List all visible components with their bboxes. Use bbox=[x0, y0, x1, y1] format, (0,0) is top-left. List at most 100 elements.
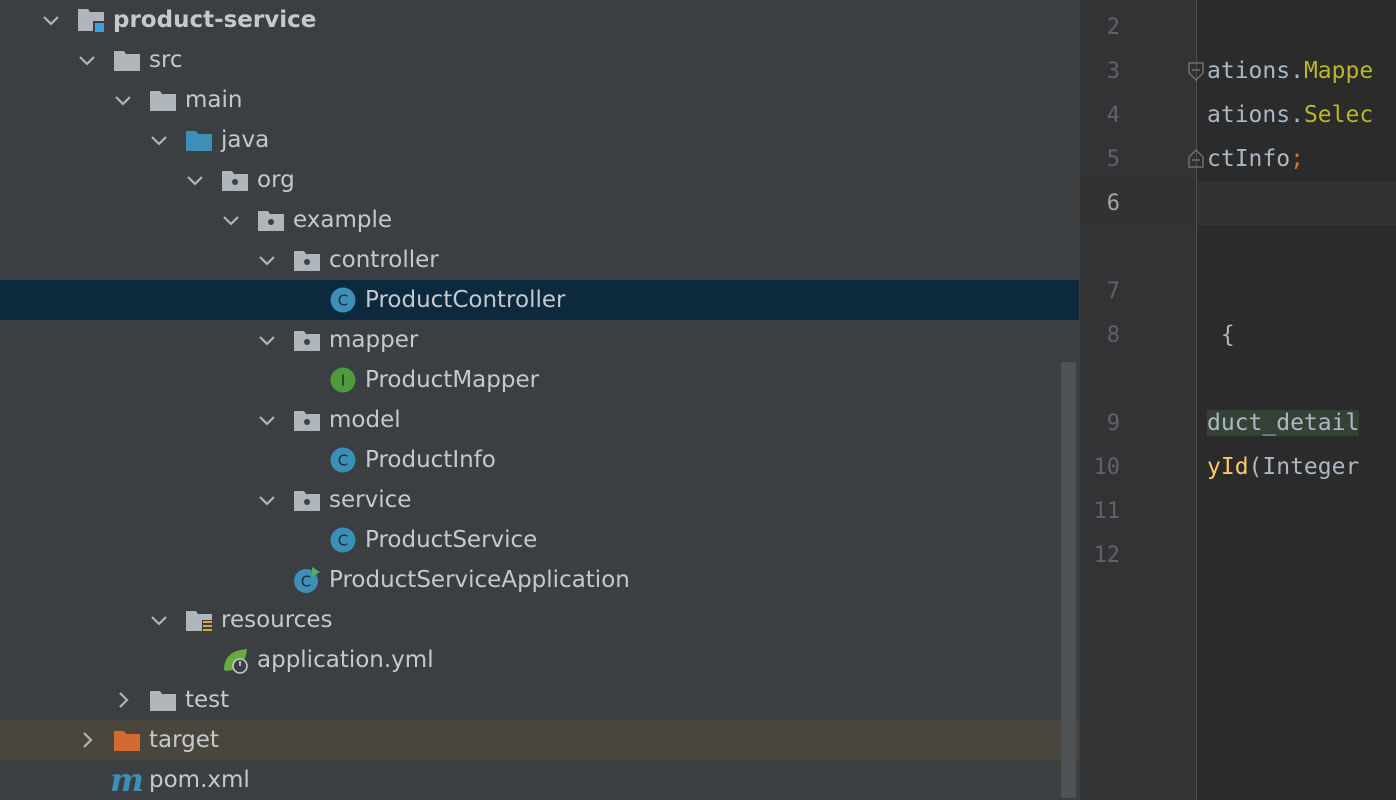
vertical-scrollbar[interactable] bbox=[1061, 362, 1076, 798]
code-line-8: { bbox=[1207, 313, 1235, 357]
tree-item-label: mapper bbox=[329, 327, 419, 353]
resources-folder-icon bbox=[185, 606, 213, 634]
chevron-down-icon[interactable] bbox=[256, 489, 278, 511]
code-token: ; bbox=[1290, 146, 1304, 172]
code-line-10: yId(Integer bbox=[1207, 445, 1359, 489]
source-folder-icon bbox=[185, 126, 213, 154]
line-number: 2 bbox=[1106, 15, 1120, 40]
code-token: ations. bbox=[1207, 58, 1304, 84]
tree-item-application-yml[interactable]: application.yml bbox=[0, 640, 1079, 680]
tree-item-service[interactable]: service bbox=[0, 480, 1079, 520]
tree-item-label: application.yml bbox=[257, 647, 434, 673]
class-icon bbox=[329, 446, 357, 474]
line-number: 12 bbox=[1093, 543, 1121, 568]
tree-item-test[interactable]: test bbox=[0, 680, 1079, 720]
current-line-highlight bbox=[1080, 181, 1396, 225]
tree-item-product-info[interactable]: ProductInfo bbox=[0, 440, 1079, 480]
excluded-folder-icon bbox=[113, 726, 141, 754]
code-token: yId bbox=[1207, 454, 1249, 480]
tree-item-label: controller bbox=[329, 247, 439, 273]
tree-item-label: test bbox=[185, 687, 230, 713]
chevron-down-icon[interactable] bbox=[76, 49, 98, 71]
fold-end-icon[interactable] bbox=[1186, 147, 1206, 169]
chevron-down-icon[interactable] bbox=[256, 249, 278, 271]
line-number: 3 bbox=[1106, 59, 1120, 84]
code-line-4: ations.Selec bbox=[1207, 93, 1373, 137]
chevron-right-icon[interactable] bbox=[76, 729, 98, 751]
tree-item-label: java bbox=[221, 127, 270, 153]
chevron-down-icon[interactable] bbox=[256, 409, 278, 431]
chevron-down-icon[interactable] bbox=[112, 89, 134, 111]
tree-item-label: ProductService bbox=[365, 527, 538, 553]
tree-item-target[interactable]: target bbox=[0, 720, 1079, 760]
chevron-down-icon[interactable] bbox=[184, 169, 206, 191]
folder-icon bbox=[149, 686, 177, 714]
line-number: 7 bbox=[1106, 279, 1120, 304]
tree-item-java[interactable]: java bbox=[0, 120, 1079, 160]
gutter-divider bbox=[1196, 0, 1197, 800]
tree-item-product-mapper[interactable]: ProductMapper bbox=[0, 360, 1079, 400]
chevron-right-icon[interactable] bbox=[112, 689, 134, 711]
folder-icon bbox=[149, 86, 177, 114]
tree-item-main[interactable]: main bbox=[0, 80, 1079, 120]
interface-icon bbox=[329, 366, 357, 394]
code-line-3: ations.Mappe bbox=[1207, 49, 1373, 93]
spring-config-icon bbox=[221, 646, 249, 674]
tree-item-label: ProductController bbox=[365, 287, 566, 313]
spring-boot-application-class-icon bbox=[293, 566, 321, 594]
tree-item-pom-xml[interactable]: m pom.xml bbox=[0, 760, 1079, 800]
fold-start-icon[interactable] bbox=[1186, 61, 1206, 83]
tree-item-product-service[interactable]: product-service bbox=[0, 0, 1079, 40]
package-icon bbox=[293, 406, 321, 434]
tree-item-src[interactable]: src bbox=[0, 40, 1079, 80]
package-icon bbox=[293, 246, 321, 274]
chevron-down-icon[interactable] bbox=[148, 129, 170, 151]
code-token: Mappe bbox=[1303, 58, 1374, 84]
maven-icon: m bbox=[110, 761, 144, 799]
class-icon bbox=[329, 526, 357, 554]
tree-item-label: ProductMapper bbox=[365, 367, 540, 393]
tree-item-product-service-class[interactable]: ProductService bbox=[0, 520, 1079, 560]
line-number: 10 bbox=[1093, 455, 1121, 480]
line-number: 5 bbox=[1106, 147, 1120, 172]
code-editor[interactable]: 2 3 4 5 6 7 8 9 10 11 12 ations.Mappe at… bbox=[1080, 0, 1396, 800]
chevron-down-icon[interactable] bbox=[256, 329, 278, 351]
code-token: Selec bbox=[1303, 102, 1374, 128]
chevron-down-icon[interactable] bbox=[40, 9, 62, 31]
tree-item-example[interactable]: example bbox=[0, 200, 1079, 240]
chevron-down-icon[interactable] bbox=[220, 209, 242, 231]
package-icon bbox=[293, 326, 321, 354]
line-number: 9 bbox=[1106, 411, 1120, 436]
tree-item-mapper[interactable]: mapper bbox=[0, 320, 1079, 360]
line-number: 8 bbox=[1106, 323, 1120, 348]
chevron-down-icon[interactable] bbox=[148, 609, 170, 631]
tree-item-resources[interactable]: resources bbox=[0, 600, 1079, 640]
tree-item-model[interactable]: model bbox=[0, 400, 1079, 440]
tree-item-controller[interactable]: controller bbox=[0, 240, 1079, 280]
tree-item-label: example bbox=[293, 207, 392, 233]
tree-item-label: product-service bbox=[113, 7, 317, 33]
package-icon bbox=[221, 166, 249, 194]
tree-item-product-controller[interactable]: ProductController bbox=[0, 280, 1079, 320]
tree-item-label: ProductServiceApplication bbox=[329, 567, 630, 593]
class-icon bbox=[329, 286, 357, 314]
tree-item-label: service bbox=[329, 487, 412, 513]
tree-item-label: src bbox=[149, 47, 183, 73]
code-token: { bbox=[1207, 322, 1235, 348]
module-folder-icon bbox=[77, 6, 105, 34]
tree-item-label: ProductInfo bbox=[365, 447, 496, 473]
line-number: 4 bbox=[1106, 103, 1120, 128]
code-token: ctInfo bbox=[1207, 146, 1291, 172]
tree-item-product-service-application[interactable]: ProductServiceApplication bbox=[0, 560, 1079, 600]
tree-item-label: org bbox=[257, 167, 295, 193]
package-icon bbox=[293, 486, 321, 514]
code-token: ations. bbox=[1207, 102, 1304, 128]
tree-item-label: pom.xml bbox=[149, 767, 250, 793]
folder-icon bbox=[113, 46, 141, 74]
tree-item-org[interactable]: org bbox=[0, 160, 1079, 200]
tree-item-label: model bbox=[329, 407, 401, 433]
line-number: 11 bbox=[1093, 499, 1121, 524]
package-icon bbox=[257, 206, 285, 234]
code-token: duct_detail bbox=[1207, 410, 1360, 436]
tree-item-label: target bbox=[149, 727, 219, 753]
